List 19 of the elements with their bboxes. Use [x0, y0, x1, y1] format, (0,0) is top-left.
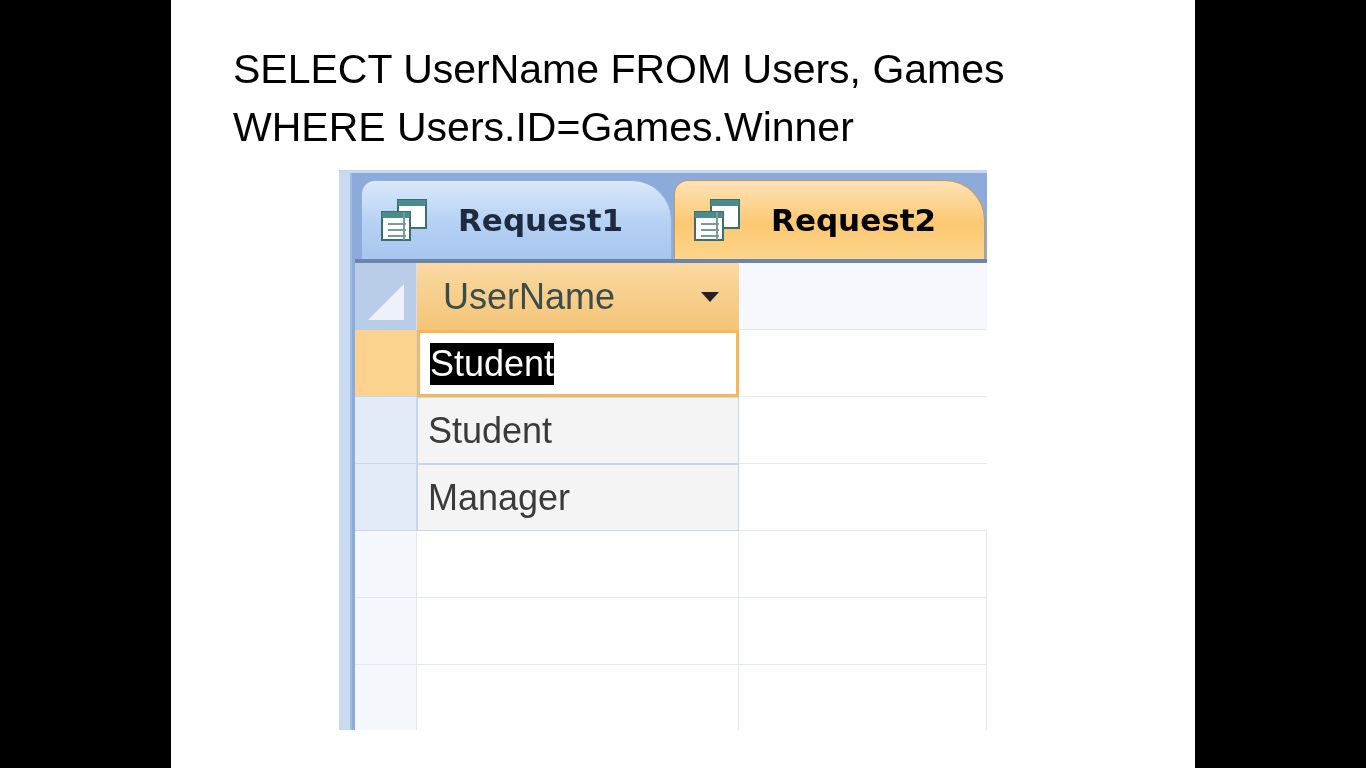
row-selector[interactable]	[355, 531, 417, 598]
table-cell: Student	[417, 397, 739, 464]
row-selector[interactable]	[355, 598, 417, 665]
table-cell: Manager	[417, 464, 739, 531]
column-header[interactable]: UserName	[417, 263, 739, 330]
document-tab[interactable]: Request1	[361, 180, 673, 259]
select-all-corner[interactable]	[355, 263, 417, 330]
dropdown-arrow-icon[interactable]	[701, 291, 719, 302]
table-icon	[693, 198, 742, 242]
table-cell: Student	[417, 330, 739, 397]
row-selector[interactable]	[355, 464, 417, 531]
row-selector[interactable]	[355, 397, 417, 464]
row-selector[interactable]	[355, 330, 417, 397]
query-text: WHERE Users.ID=Games.Winner	[233, 103, 855, 152]
corner-triangle-icon	[367, 284, 404, 320]
query-text: SELECT UserName FROM Users, Games	[233, 45, 1006, 94]
row-selector[interactable]	[355, 665, 417, 730]
document-tab[interactable]: Request2	[674, 180, 986, 259]
table-icon	[380, 198, 428, 242]
